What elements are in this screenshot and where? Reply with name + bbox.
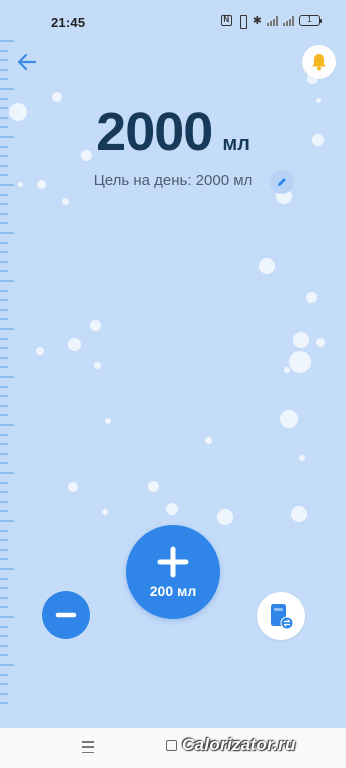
ruler-tick (0, 289, 8, 292)
arrow-left-icon (17, 53, 37, 71)
ruler-tick (0, 59, 8, 62)
ruler-tick (0, 462, 8, 465)
ruler-tick (0, 203, 8, 206)
water-amount: 2000 мл (0, 101, 346, 163)
ruler-tick (0, 433, 8, 436)
ruler-tick (0, 40, 14, 42)
status-bar: 21:45 N ✱ 1 (0, 0, 346, 40)
bluetooth-icon: ✱ (252, 15, 262, 27)
amount-value: 2000 (96, 102, 213, 162)
status-time: 21:45 (51, 15, 86, 30)
amount-unit: мл (222, 133, 250, 155)
ruler-tick (0, 299, 8, 302)
ruler-tick (0, 635, 8, 638)
ruler-tick (0, 376, 14, 378)
ruler-tick (0, 625, 8, 628)
ruler-tick (0, 241, 8, 244)
ruler-tick (0, 500, 8, 503)
pencil-icon (278, 178, 286, 186)
back-button[interactable] (14, 49, 40, 75)
watermark: Calorizator.ru (182, 735, 296, 754)
bell-icon (312, 54, 326, 71)
ruler-tick (0, 222, 8, 225)
ruler-tick (0, 251, 8, 254)
ruler-tick (0, 318, 8, 321)
drink-switch-icon (271, 604, 294, 630)
ruler-tick (0, 212, 8, 215)
ruler-tick (0, 347, 8, 350)
ruler-tick (0, 193, 8, 196)
nav-recents-button[interactable] (82, 740, 96, 754)
ruler-tick (0, 414, 8, 417)
ruler-tick (0, 88, 14, 90)
daily-goal-label: Цель на день: 2000 мл (93, 172, 253, 189)
ruler-tick (0, 404, 8, 407)
vibrate-icon (237, 14, 248, 29)
ruler-tick (0, 616, 14, 618)
reminder-bell-button[interactable] (302, 45, 336, 79)
ruler-tick (0, 548, 8, 551)
ruler-tick (0, 328, 14, 330)
drink-type-button[interactable] (257, 592, 305, 640)
ruler-tick (0, 529, 8, 532)
ruler-tick (0, 520, 14, 522)
ruler-tick (0, 78, 8, 81)
add-water-button[interactable]: 200 мл (126, 525, 220, 619)
ruler-tick (0, 424, 14, 426)
ruler-tick (0, 232, 14, 234)
ruler-tick (0, 385, 8, 388)
ruler-tick (0, 644, 8, 647)
ruler-tick (0, 596, 8, 599)
daily-goal: Цель на день: 2000 мл (0, 172, 346, 190)
ruler-tick (0, 443, 8, 446)
ruler-tick (0, 270, 8, 273)
signal-icon (267, 15, 278, 26)
ruler-tick (0, 491, 8, 494)
minus-icon (55, 612, 77, 618)
battery-icon: 1 (299, 15, 322, 26)
ruler-tick (0, 510, 8, 513)
ruler-tick (0, 673, 8, 676)
ruler-tick (0, 356, 8, 359)
ruler-tick (0, 577, 8, 580)
water-tracker-screen: 21:45 N ✱ 1 2000 мл Цель на день: 2000 м… (0, 0, 346, 728)
ruler-tick (0, 568, 14, 570)
ruler-tick (0, 366, 8, 369)
ruler-tick (0, 481, 8, 484)
ruler-tick (0, 280, 14, 282)
ruler-tick (0, 558, 8, 561)
status-icons: N ✱ 1 (220, 14, 322, 29)
nfc-icon: N (220, 15, 232, 26)
ruler-tick (0, 472, 14, 474)
ruler-tick (0, 68, 8, 71)
ruler-tick (0, 452, 8, 455)
ruler-tick (0, 692, 8, 695)
add-amount-label: 200 мл (149, 583, 197, 599)
ruler-tick (0, 606, 8, 609)
ruler-tick (0, 664, 14, 666)
ruler-tick (0, 702, 8, 705)
plus-icon (157, 546, 189, 578)
signal-icon-2 (283, 15, 294, 26)
nav-home-button[interactable] (166, 740, 177, 751)
ruler-tick (0, 164, 8, 167)
ruler-tick (0, 97, 8, 100)
ruler-tick (0, 539, 8, 542)
ruler-tick (0, 654, 8, 657)
ruler-tick (0, 308, 8, 311)
ruler-tick (0, 260, 8, 263)
ruler-tick (0, 683, 8, 686)
edit-goal-button[interactable] (270, 170, 294, 194)
ruler-tick (0, 395, 8, 398)
remove-water-button[interactable] (42, 591, 90, 639)
ruler-tick (0, 337, 8, 340)
ruler-tick (0, 49, 8, 52)
ruler-tick (0, 587, 8, 590)
